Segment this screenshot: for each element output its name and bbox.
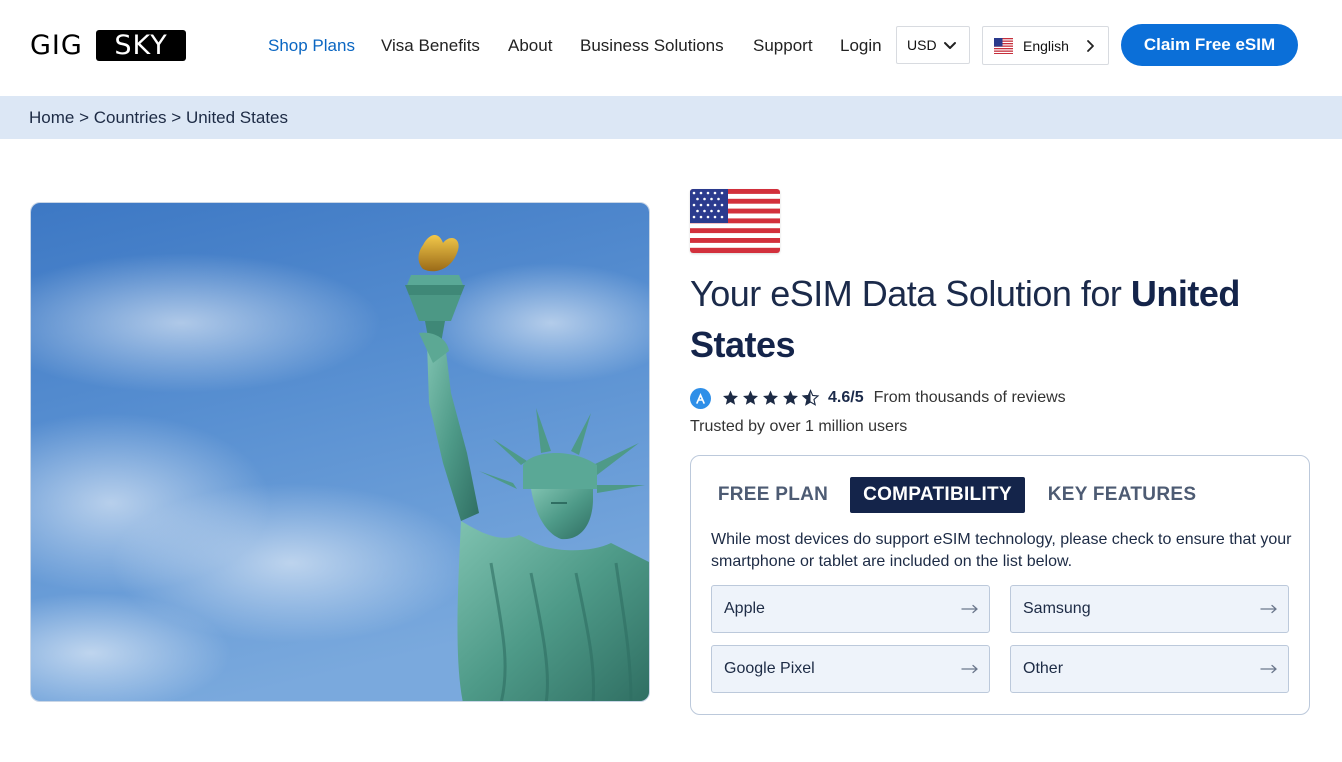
tab-key-features[interactable]: KEY FEATURES [1041,477,1203,513]
currency-select[interactable]: USD [896,26,970,64]
device-label: Samsung [1023,600,1091,617]
rating-row: 4.6/5 From thousands of reviews [690,386,1066,410]
language-select[interactable]: English [982,26,1109,65]
nav-business-solutions[interactable]: Business Solutions [580,34,724,58]
info-tabs-card: FREE PLAN COMPATIBILITY KEY FEATURES Whi… [690,455,1310,715]
rating-score: 4.6/5 [828,389,864,406]
star-icon [783,390,798,405]
tab-compatibility[interactable]: COMPATIBILITY [850,477,1025,513]
statue-of-liberty-image [30,202,650,702]
arrow-right-icon [1260,664,1277,674]
breadcrumb-home[interactable]: Home [29,108,74,128]
breadcrumb-separator: > [79,107,90,127]
breadcrumb-current: United States [185,107,288,127]
arrow-right-icon [961,604,978,614]
arrow-right-icon [1260,604,1277,614]
nav-login[interactable]: Login [840,34,882,58]
half-star-icon [801,389,820,406]
star-icon [723,390,738,405]
us-flag-icon [994,37,1013,54]
nav-visa-benefits[interactable]: Visa Benefits [381,34,480,58]
breadcrumb: Home > Countries > United States [0,96,1342,139]
device-label: Google Pixel [724,660,815,677]
compatibility-text: While most devices do support eSIM techn… [711,531,1292,570]
device-label: Apple [724,600,765,617]
star-icon [763,390,778,405]
nav-support[interactable]: Support [753,34,813,58]
chevron-right-icon [1087,40,1094,52]
chevron-down-icon [944,42,956,49]
device-google-pixel-button[interactable]: Google Pixel [711,645,990,693]
breadcrumb-countries[interactable]: Countries [94,108,167,128]
app-store-icon [690,387,711,409]
nav-about[interactable]: About [508,34,552,58]
rating-reviews: From thousands of reviews [873,389,1066,406]
title-prefix: Your eSIM Data Solution for [690,273,1131,314]
tab-free-plan[interactable]: FREE PLAN [711,477,835,513]
page-title: Your eSIM Data Solution for United State… [690,268,1310,370]
nav-shop-plans[interactable]: Shop Plans [268,34,355,58]
star-rating [721,389,820,407]
trusted-text: Trusted by over 1 million users [690,418,908,435]
device-samsung-button[interactable]: Samsung [1010,585,1289,633]
star-icon [743,390,758,405]
site-header: GIG SKY Shop Plans Visa Benefits About B… [0,0,1342,96]
currency-value: USD [907,37,937,53]
device-apple-button[interactable]: Apple [711,585,990,633]
arrow-right-icon [961,664,978,674]
device-other-button[interactable]: Other [1010,645,1289,693]
breadcrumb-separator: > [171,107,182,127]
device-label: Other [1023,660,1064,677]
us-flag-image [690,189,780,253]
claim-free-esim-button[interactable]: Claim Free eSIM [1121,24,1298,66]
language-value: English [1023,37,1069,54]
